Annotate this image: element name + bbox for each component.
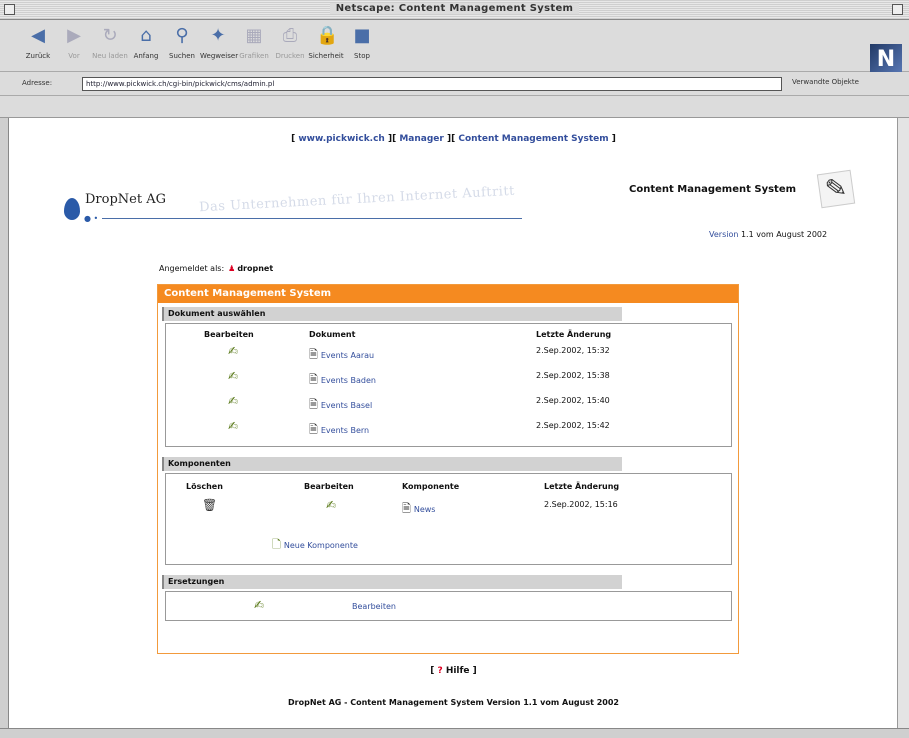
cms-panel: Content Management System Dokument auswä… [157, 284, 739, 654]
navigation-toolbar: ◀ Zurück ▶ Vor ↻ Neu laden ⌂ Anfang ⚲ Suchen … [0, 20, 909, 76]
panel-title: Content Management System [158, 285, 738, 303]
list-item: 🗎 News [402, 500, 435, 519]
edit-document-icon[interactable]: ✍ [228, 394, 238, 408]
status-bar [0, 728, 909, 738]
personal-toolbar [0, 96, 909, 118]
document-link[interactable]: Events Baden [321, 376, 376, 385]
window-titlebar[interactable]: Netscape: Content Management System [0, 0, 909, 20]
print-button[interactable]: ⎙ Drucken [272, 24, 308, 60]
page-content: [ www.pickwick.ch ][ Manager ][ Content … [8, 118, 897, 730]
table-row: 🗎 Events Aarau [309, 346, 374, 365]
logo-name: DropNet AG [85, 192, 166, 207]
edit-replacements-link[interactable]: Bearbeiten [352, 602, 396, 611]
section-components: Komponenten [162, 457, 622, 471]
search-icon: ⚲ [175, 25, 189, 46]
document-icon: 🗎 [402, 502, 411, 515]
edit-document-icon[interactable]: ✍ [228, 344, 238, 358]
guide-button[interactable]: ✦ Wegweiser [200, 24, 238, 60]
help-bar: [ ? Hilfe ] [430, 666, 477, 676]
section-documents: Dokument auswählen [162, 307, 622, 321]
address-label: Adresse: [22, 79, 53, 87]
stop-icon: ■ [353, 25, 371, 46]
related-objects-button[interactable]: Verwandte Objekte [792, 78, 859, 86]
section-replacements: Ersetzungen [162, 575, 622, 589]
replacements-box: ✍ Bearbeiten [165, 591, 732, 621]
print-icon: ⎙ [282, 25, 298, 46]
user-icon: ♟ [228, 264, 236, 273]
dropnet-logo: DropNet AG Das Unternehmen für Ihren Int… [64, 183, 534, 236]
edit-document-icon[interactable]: ✍ [228, 419, 238, 433]
help-icon: ? [437, 666, 443, 676]
reload-icon: ↻ [102, 25, 118, 46]
page-footer: DropNet AG - Content Management System V… [288, 698, 619, 707]
edit-replacements-icon[interactable]: ✍ [254, 598, 264, 612]
home-button[interactable]: ⌂ Anfang [128, 24, 164, 60]
table-row: 🗎 Events Bern [309, 421, 369, 440]
login-user: dropnet [237, 264, 274, 273]
address-bar: Adresse: Verwandte Objekte [0, 72, 909, 96]
help-link[interactable]: Hilfe [446, 666, 470, 676]
zoom-box[interactable] [892, 4, 903, 15]
logo-slogan: Das Unternehmen für Ihren Internet Auftr… [198, 183, 516, 216]
document-link[interactable]: Events Aarau [321, 351, 374, 360]
document-link[interactable]: Events Bern [321, 426, 369, 435]
stop-button[interactable]: ■ Stop [344, 24, 380, 60]
cms-title: Content Management System [629, 184, 797, 195]
search-button[interactable]: ⚲ Suchen [164, 24, 200, 60]
reload-button[interactable]: ↻ Neu laden [92, 24, 128, 60]
edit-document-icon[interactable]: ✍ [228, 369, 238, 383]
components-table: Löschen Bearbeiten Komponente Letzte Änd… [165, 473, 732, 565]
back-button[interactable]: ◀ Zurück [20, 24, 56, 60]
login-status: Angemeldet als: ♟ dropnet [159, 264, 274, 273]
documents-table: Bearbeiten Dokument Letzte Änderung ✍ 🗎 E… [165, 323, 732, 447]
guide-icon: ✦ [210, 25, 226, 46]
document-icon: 🗎 [309, 373, 318, 386]
security-icon: 🔒 [316, 25, 339, 46]
home-icon: ⌂ [140, 25, 152, 46]
back-icon: ◀ [31, 25, 45, 46]
document-icon: 🗎 [309, 348, 318, 361]
top-navigation: [ www.pickwick.ch ][ Manager ][ Content … [291, 134, 616, 144]
version-link[interactable]: Version [709, 230, 738, 239]
link-manager[interactable]: Manager [399, 134, 444, 144]
version-info: Version 1.1 vom August 2002 [709, 230, 828, 239]
component-link[interactable]: News [414, 505, 436, 514]
pen-icon: ✎ [816, 169, 856, 209]
security-button[interactable]: 🔒 Sicherheit [308, 24, 344, 60]
document-icon: 🗎 [309, 423, 318, 436]
edit-component-icon[interactable]: ✍ [326, 498, 336, 512]
window-title: Netscape: Content Management System [329, 3, 580, 14]
table-row: 🗎 Events Baden [309, 371, 376, 390]
link-pickwick[interactable]: www.pickwick.ch [298, 134, 385, 144]
trash-icon[interactable]: 🗑 [202, 498, 217, 512]
water-drop-icon [64, 198, 80, 220]
forward-button[interactable]: ▶ Vor [56, 24, 92, 60]
document-icon: 🗎 [309, 398, 318, 411]
table-row: 🗎 Events Basel [309, 396, 372, 415]
new-component-row: 🗋 Neue Komponente [272, 536, 358, 555]
new-component-link[interactable]: Neue Komponente [284, 541, 358, 550]
document-link[interactable]: Events Basel [321, 401, 372, 410]
vertical-scrollbar[interactable] [897, 118, 909, 730]
images-icon: ▦ [245, 25, 263, 46]
images-button[interactable]: ▦ Grafiken [236, 24, 272, 60]
forward-icon: ▶ [67, 25, 81, 46]
url-field[interactable] [82, 77, 782, 91]
link-cms[interactable]: Content Management System [458, 134, 608, 144]
new-document-icon: 🗋 [272, 538, 281, 551]
